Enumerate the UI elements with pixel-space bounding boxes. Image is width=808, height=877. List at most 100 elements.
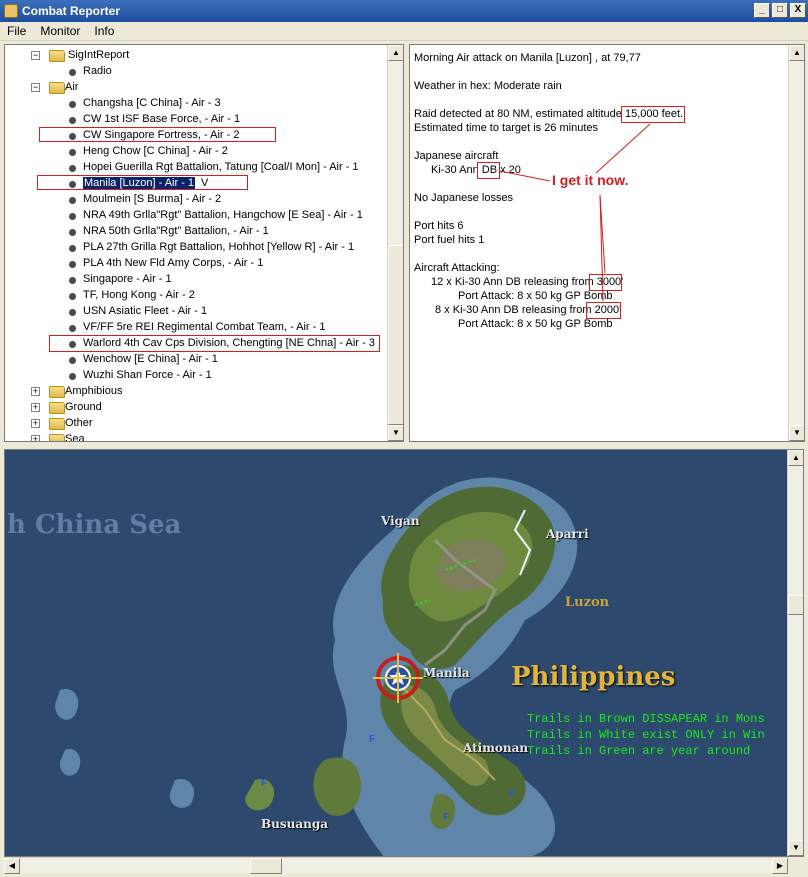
tree-label-sea: Sea xyxy=(65,433,85,441)
map-legend-line: Trails in Green are year around xyxy=(527,744,751,758)
map-sea-label: h China Sea xyxy=(7,510,182,540)
tree-item-label: Wenchow [E China] - Air - 1 xyxy=(83,353,218,365)
tree-scrollbar[interactable]: ▲ ▼ xyxy=(387,45,403,441)
map-legend-line: Trails in White exist ONLY in Win xyxy=(527,728,765,742)
tree-item-label: TF, Hong Kong - Air - 2 xyxy=(83,289,195,301)
collapse-icon[interactable]: − xyxy=(31,51,40,60)
leaf-bullet-icon xyxy=(69,245,76,252)
menu-bar: File Monitor Info xyxy=(0,22,808,41)
report-tree-panel: − SigIntReport Radio − Air Changsha [C C… xyxy=(4,44,404,442)
leaf-bullet-icon xyxy=(69,293,76,300)
hex-marker: F xyxy=(509,789,516,800)
leaf-bullet-icon xyxy=(69,101,76,108)
tree-item-label: Changsha [C China] - Air - 3 xyxy=(83,97,221,109)
map-region-label: Luzon xyxy=(565,595,610,610)
annotation-arrows xyxy=(499,123,651,302)
hex-marker: F xyxy=(261,778,268,789)
tree-item-label: NRA 49th Grlla"Rgt" Battalion, Hangchow … xyxy=(83,209,363,221)
map-vscroll-thumb[interactable] xyxy=(788,595,803,615)
expand-icon[interactable]: + xyxy=(31,387,40,396)
expand-icon[interactable]: + xyxy=(31,403,40,412)
leaf-bullet-icon xyxy=(69,309,76,316)
tree-item-label: Moulmein [S Burma] - Air - 2 xyxy=(83,193,222,205)
leaf-bullet-icon xyxy=(69,165,76,172)
tree-item-label: CW 1st ISF Base Force, - Air - 1 xyxy=(83,113,241,125)
minimize-button[interactable]: _ xyxy=(754,3,770,18)
tree-item-label: Hopei Guerilla Rgt Battalion, Tatung [Co… xyxy=(83,161,359,173)
menu-file[interactable]: File xyxy=(0,24,33,38)
window-title: Combat Reporter xyxy=(22,4,121,18)
leaf-bullet-icon xyxy=(69,149,76,156)
leaf-bullet-icon xyxy=(69,117,76,124)
tree-item-label: NRA 50th Grlla"Rgt" Battalion, - Air - 1 xyxy=(83,225,269,237)
leaf-bullet-icon xyxy=(69,69,76,76)
annotation-text: I get it now. xyxy=(552,172,629,188)
scroll-down-icon[interactable]: ▼ xyxy=(788,840,803,856)
leaf-bullet-icon xyxy=(69,373,76,380)
map-country-label: Philippines xyxy=(511,662,676,692)
leaf-bullet-icon xyxy=(69,213,76,220)
tree-item-label: VF/FF 5re REI Regimental Combat Team, - … xyxy=(83,321,326,333)
menu-info[interactable]: Info xyxy=(87,24,121,38)
leaf-bullet-icon xyxy=(69,325,76,332)
highlight-box xyxy=(39,127,276,142)
map-city-aparri[interactable]: Aparri xyxy=(546,527,589,541)
tree-scroll-thumb[interactable] xyxy=(388,245,403,425)
scroll-up-icon[interactable]: ▲ xyxy=(789,45,804,61)
combat-report-panel: Morning Air attack on Manila [Luzon] , a… xyxy=(409,44,805,442)
collapse-icon[interactable]: − xyxy=(31,83,40,92)
map-city-manila[interactable]: Manila xyxy=(423,666,470,680)
tree-item-label: Heng Chow [C China] - Air - 2 xyxy=(83,145,228,157)
folder-icon xyxy=(49,82,65,94)
scroll-down-icon[interactable]: ▼ xyxy=(789,425,804,441)
menu-monitor[interactable]: Monitor xyxy=(33,24,87,38)
map-view[interactable]: h China Sea Philippines Luzon Vigan Apar… xyxy=(4,449,804,857)
highlight-box xyxy=(49,335,380,352)
map-city-vigan[interactable]: Vigan xyxy=(381,514,420,528)
tree-label-air: Air xyxy=(65,81,79,93)
hex-marker: F xyxy=(369,734,376,745)
tree-label-sigint: SigIntReport xyxy=(68,49,130,61)
report-scrollbar[interactable]: ▲ ▼ xyxy=(788,45,804,441)
scroll-left-icon[interactable]: ◀ xyxy=(4,858,20,874)
folder-icon xyxy=(49,402,65,414)
tree-item-label: USN Asiatic Fleet - Air - 1 xyxy=(83,305,208,317)
title-bar: Combat Reporter _ □ X xyxy=(0,0,808,22)
expand-icon[interactable]: + xyxy=(31,435,40,441)
leaf-bullet-icon xyxy=(69,277,76,284)
tree-label-ground: Ground xyxy=(65,401,102,413)
map-horizontal-scrollbar[interactable]: ◀ ▶ xyxy=(4,857,788,874)
tree-item-label: PLA 27th Grilla Rgt Battalion, Hohhot [Y… xyxy=(83,241,355,253)
hex-marker: F xyxy=(443,812,450,823)
tree-label-radio: Radio xyxy=(83,65,112,77)
map-city-atimonan[interactable]: Atimonan xyxy=(463,741,528,755)
leaf-bullet-icon xyxy=(69,357,76,364)
leaf-bullet-icon xyxy=(69,197,76,204)
tree-item-label: PLA 4th New Fld Amy Corps, - Air - 1 xyxy=(83,257,264,269)
close-button[interactable]: X xyxy=(790,3,806,18)
report-tree: − SigIntReport Radio − Air Changsha [C C… xyxy=(5,45,387,441)
scroll-down-icon[interactable]: ▼ xyxy=(388,425,403,441)
expand-icon[interactable]: + xyxy=(31,419,40,428)
tree-label-other: Other xyxy=(65,417,93,429)
folder-icon xyxy=(49,434,65,441)
tree-label-amphibious: Amphibious xyxy=(65,385,123,397)
map-city-busuanga[interactable]: Busuanga xyxy=(261,817,328,831)
scroll-right-icon[interactable]: ▶ xyxy=(772,858,788,874)
tree-item-label: Wuzhi Shan Force - Air - 1 xyxy=(83,369,212,381)
map-legend-line: Trails in Brown DISSAPEAR in Mons xyxy=(527,712,765,726)
folder-icon xyxy=(49,50,65,62)
maximize-button[interactable]: □ xyxy=(772,3,788,18)
highlight-box xyxy=(37,175,248,190)
scroll-up-icon[interactable]: ▲ xyxy=(388,45,403,61)
leaf-bullet-icon xyxy=(69,261,76,268)
folder-icon xyxy=(49,418,65,430)
map-hscroll-thumb[interactable] xyxy=(250,858,282,874)
window-controls: _ □ X xyxy=(754,3,806,18)
folder-icon xyxy=(49,386,65,398)
tree-item-label: Singapore - Air - 1 xyxy=(83,273,172,285)
app-icon xyxy=(4,4,18,18)
scroll-up-icon[interactable]: ▲ xyxy=(788,450,803,466)
map-vertical-scrollbar[interactable]: ▲ ▼ xyxy=(787,450,803,856)
leaf-bullet-icon xyxy=(69,229,76,236)
